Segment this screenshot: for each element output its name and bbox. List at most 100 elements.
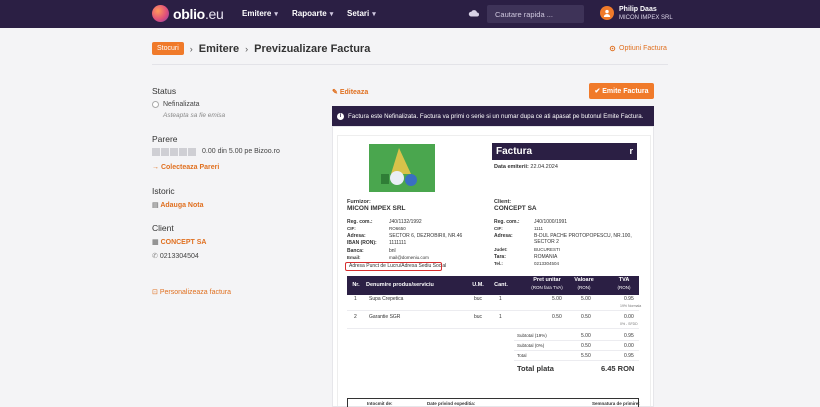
table-row-value: 0.50: [581, 314, 591, 320]
supplier-cif-label: CIF:: [347, 226, 356, 231]
table-row-price: 5.00: [552, 296, 562, 302]
star-icon: [170, 148, 178, 156]
client-title: Client: [152, 223, 174, 233]
customize-icon: ⊡: [152, 289, 160, 296]
info-banner: i Factura este Nefinalizata. Factura va …: [332, 106, 654, 126]
pencil-icon: ✎: [332, 89, 340, 96]
client-address-line2: SECTOR 2: [534, 239, 559, 245]
subtotal-label: Subtotal (19%): [517, 333, 547, 338]
th-value-sub: (RON): [577, 285, 591, 290]
company-logo-image: [369, 144, 435, 192]
arrow-right-icon: →: [152, 164, 161, 171]
star-icon: [161, 148, 169, 156]
company-logo-icon: [369, 144, 435, 192]
table-row-nr: 1: [354, 296, 357, 302]
invoice-title-bar: Factura r: [492, 143, 637, 160]
footer-signature: Semnatura de primire:: [592, 401, 640, 406]
th-name: Denumire produs/serviciu: [366, 282, 434, 288]
invoice-options-link[interactable]: Optiuni Factura: [609, 45, 667, 52]
chevron-down-icon: ▾: [372, 11, 376, 18]
breadcrumb-separator: ›: [245, 43, 249, 54]
table-row-um: buc: [474, 296, 483, 302]
star-icon: [188, 148, 196, 156]
breadcrumb-separator: ›: [189, 43, 193, 54]
table-row-qty: 1: [499, 296, 502, 302]
table-row-um: buc: [474, 314, 483, 320]
table-row-price: 0.50: [552, 314, 562, 320]
user-company: MICON IMPEX SRL: [619, 15, 673, 21]
client-reg-value: J40/1000/1991: [534, 219, 568, 225]
total-payment-value: 6.45 RON: [601, 364, 635, 373]
page-title: Previzualizare Factura: [254, 42, 371, 55]
add-note-link[interactable]: ▤ Adauga Nota: [152, 201, 203, 209]
status-value: Nefinalizata: [163, 101, 200, 108]
th-um: U.M.: [472, 282, 484, 288]
supplier-bank-value: bnl: [389, 248, 396, 254]
footer-prepared-by: Intocmit de:: [367, 401, 393, 406]
supplier-email-label: Email:: [347, 255, 361, 260]
table-row-name: Supa Crepetica: [369, 296, 404, 302]
client-name-link[interactable]: ▦ CONCEPT SA: [152, 238, 206, 246]
breadcrumb-emitere[interactable]: Emitere: [199, 43, 239, 55]
supplier-reg-value: J40/1132/1992: [389, 219, 422, 225]
client-phone-label: Tel.:: [494, 261, 503, 266]
client-cif-label: CIF:: [494, 226, 503, 231]
quick-search-input[interactable]: [487, 5, 584, 23]
row-divider: [514, 360, 639, 361]
supplier-cif-value: RO6650: [389, 226, 406, 231]
edit-link[interactable]: ✎ Editeaza: [332, 88, 368, 96]
table-row-value: 5.00: [581, 296, 591, 302]
logo-text: oblio.eu: [173, 5, 224, 22]
highlight-box: [345, 262, 442, 271]
client-phone: ✆ 0213304504: [152, 253, 199, 260]
divider: [152, 64, 668, 65]
supplier-name: MICON IMPEX SRL: [347, 205, 406, 212]
logo[interactable]: oblio.eu: [152, 5, 224, 22]
subtotal-vat: 0.00: [624, 343, 634, 349]
nav-rapoarte[interactable]: Rapoarte ▾: [292, 9, 333, 18]
status-radio: [152, 101, 159, 108]
star-icon: [152, 148, 160, 156]
subtotal-label: Subtotal (0%): [517, 343, 545, 348]
star-icon: [179, 148, 187, 156]
nav-setari[interactable]: Setari ▾: [347, 9, 376, 18]
total-label: Total: [517, 353, 527, 358]
client-phone-value: 0213304504: [534, 261, 560, 266]
table-row-vat: 0.95: [624, 296, 634, 302]
chevron-down-icon: ▾: [329, 11, 334, 18]
th-value: Valoare: [574, 277, 594, 283]
client-address-label: Adresa:: [494, 233, 513, 239]
phone-icon: ✆: [152, 253, 160, 260]
nav-emitere[interactable]: Emitere ▾: [242, 9, 278, 18]
th-vat-sub: (RON): [617, 285, 631, 290]
row-divider: [514, 350, 639, 351]
row-divider: [514, 340, 639, 341]
emit-invoice-button[interactable]: ✔ Emite Factura: [589, 83, 654, 99]
collect-reviews-link[interactable]: → Colecteaza Pareri: [152, 164, 219, 171]
invoice-client-name: CONCEPT SA: [494, 205, 537, 212]
avatar[interactable]: [600, 6, 614, 20]
gear-icon: [609, 45, 616, 52]
supplier-address-label: Adresa:: [347, 233, 366, 239]
row-divider: [347, 310, 639, 311]
client-county-label: Judet:: [494, 247, 508, 252]
client-country-label: Tara:: [494, 254, 506, 260]
supplier-bank-label: Banca:: [347, 248, 364, 254]
supplier-email-value: mail@domeniu.com: [389, 255, 429, 260]
th-nr: Nr.: [352, 282, 360, 288]
table-row-vat-rate: 19% Normala: [620, 304, 642, 308]
customize-invoice-link[interactable]: ⊡ Personalizeaza factura: [152, 288, 231, 296]
info-icon: i: [337, 112, 344, 120]
table-row-name: Garantie SGR: [369, 314, 401, 320]
table-row-vat-rate: 0% - SFDD: [620, 322, 638, 326]
subtotal-vat: 0.95: [624, 333, 634, 339]
logo-mark-icon: [152, 5, 169, 22]
supplier-reg-label: Reg. com.:: [347, 219, 373, 225]
table-row-vat: 0.00: [624, 314, 634, 320]
user-name[interactable]: Philip Daas: [619, 6, 657, 13]
breadcrumb: Stocuri › Emitere › Previzualizare Factu…: [152, 42, 370, 55]
stocuri-badge[interactable]: Stocuri: [152, 42, 184, 55]
client-reg-label: Reg. com.:: [494, 219, 520, 225]
table-row-qty: 1: [499, 314, 502, 320]
cloud-icon[interactable]: [468, 9, 479, 17]
